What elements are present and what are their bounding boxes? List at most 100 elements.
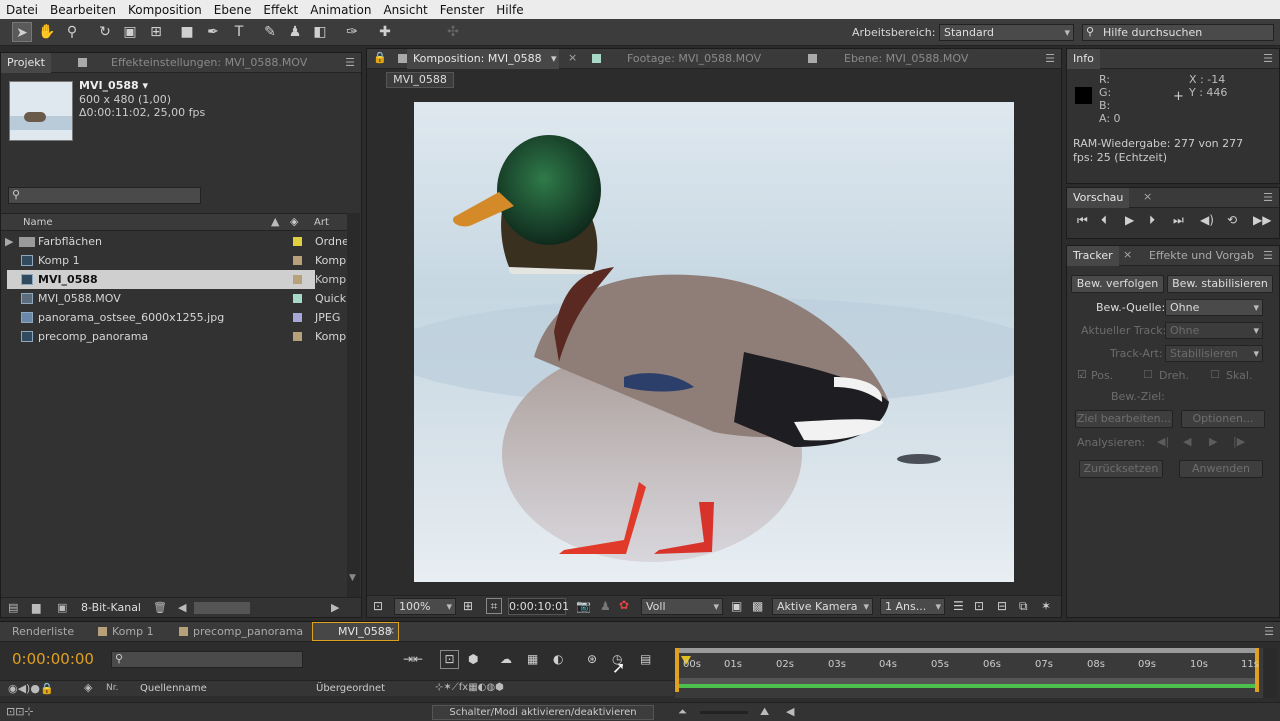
motion-source-dropdown[interactable]: Ohne	[1165, 299, 1263, 316]
label-color[interactable]	[293, 294, 302, 303]
rotate-tool-icon[interactable]: ↻	[95, 22, 115, 42]
camera-view-dropdown[interactable]: Aktive Kamera	[772, 598, 873, 615]
menu-window[interactable]: Fenster	[434, 3, 491, 17]
panel-menu-icon[interactable]: ☰	[1263, 191, 1273, 204]
eraser-tool-icon[interactable]: ◧	[310, 22, 330, 42]
list-item-selected[interactable]: MVI_0588 Komp	[7, 270, 351, 289]
label-color[interactable]	[293, 256, 302, 265]
shy-layers-icon[interactable]: ☁	[500, 652, 512, 666]
label-color[interactable]	[293, 313, 302, 322]
region-of-interest-icon[interactable]: ⌗	[486, 598, 502, 614]
panel-menu-icon[interactable]: ☰	[1264, 625, 1274, 638]
pan-behind-tool-icon[interactable]: ⊞	[146, 22, 166, 42]
tab-layer[interactable]: Ebene: MVI_0588.MOV	[838, 49, 974, 69]
close-icon[interactable]: ×	[568, 51, 577, 64]
list-item[interactable]: ▶ Farbflächen Ordner	[5, 232, 353, 251]
zoom-out-icon[interactable]: ⏶	[678, 705, 687, 719]
rectangle-tool-icon[interactable]: ■	[177, 22, 197, 42]
new-folder-icon[interactable]: ▆	[32, 601, 40, 614]
next-frame-icon[interactable]: ⏵	[1149, 213, 1155, 228]
apply-button[interactable]: Anwenden	[1179, 460, 1263, 478]
tab-effects-presets[interactable]: Effekte und Vorgab	[1143, 246, 1260, 266]
menu-file[interactable]: Datei	[0, 3, 44, 17]
previous-frame-icon[interactable]: ⏴	[1101, 213, 1107, 228]
zoom-tool-icon[interactable]: ⚲	[62, 22, 82, 42]
scale-checkbox[interactable]: ☐	[1210, 368, 1220, 381]
tab-info[interactable]: Info	[1067, 49, 1100, 69]
panel-menu-icon[interactable]: ☰	[1045, 52, 1055, 65]
timeline-scrollbar[interactable]	[1264, 648, 1278, 698]
tab-tracker[interactable]: Tracker	[1067, 246, 1119, 266]
menu-layer[interactable]: Ebene	[208, 3, 258, 17]
resolution-dropdown[interactable]: Voll	[641, 598, 723, 615]
project-scrollbar[interactable]: ▼	[347, 213, 360, 598]
roto-brush-tool-icon[interactable]: ✑	[342, 22, 362, 42]
trash-icon[interactable]: 🗑	[153, 601, 167, 614]
label-color[interactable]	[293, 332, 302, 341]
tab-footage[interactable]: Footage: MVI_0588.MOV	[621, 49, 767, 69]
analyze-forward-icon[interactable]: ▶	[1209, 435, 1217, 448]
magnification-dropdown[interactable]: 100%	[394, 598, 456, 615]
timeline-link-icon[interactable]: ⊟	[997, 599, 1007, 613]
interpret-footage-icon[interactable]: ▤	[8, 601, 18, 614]
panel-menu-icon[interactable]: ☰	[1263, 52, 1273, 65]
selection-tool-icon[interactable]: ➤	[12, 22, 32, 42]
panel-menu-icon[interactable]: ☰	[1263, 249, 1273, 262]
analyze-forward-step-icon[interactable]: |▶	[1233, 435, 1245, 448]
comp-mini-flowchart-icon[interactable]: ⇥⇤	[403, 652, 423, 666]
view-layout-dropdown[interactable]: 1 Ans...	[880, 598, 945, 615]
toggle-switches-modes-button[interactable]: Schalter/Modi aktivieren/deaktivieren	[432, 705, 654, 720]
motion-blur-icon[interactable]: ◐	[553, 652, 563, 666]
tab-project[interactable]: Projekt	[1, 53, 51, 73]
puppet-tool-icon[interactable]: ✚	[375, 22, 395, 42]
composition-viewer[interactable]	[414, 102, 1014, 582]
layer-duration-bar[interactable]	[679, 684, 1255, 688]
tab-effect-controls[interactable]: Effekteinstellungen: MVI_0588.MOV	[105, 53, 313, 73]
project-search-input[interactable]: ⚲	[8, 187, 201, 204]
snapshot-camera-icon[interactable]: 📷	[576, 599, 591, 613]
menu-edit[interactable]: Bearbeiten	[44, 3, 122, 17]
lock-icon[interactable]: 🔒	[373, 51, 387, 64]
time-ruler[interactable]: 00s 01s 02s 03s 04s 05s 06s 07s 08s 09s …	[675, 648, 1263, 698]
chevron-down-icon[interactable]: ▾	[551, 52, 557, 65]
timeline-scroll-left-icon[interactable]: ◀	[786, 705, 794, 718]
track-motion-button[interactable]: Bew. verfolgen	[1071, 275, 1164, 293]
fast-preview-icon[interactable]: ▣	[731, 599, 742, 613]
scroll-right-icon[interactable]: ▶	[331, 601, 339, 614]
position-checkbox[interactable]: ☑	[1077, 368, 1087, 381]
list-item[interactable]: panorama_ostsee_6000x1255.jpg JPEG	[7, 308, 347, 327]
column-type[interactable]: Art	[314, 217, 329, 228]
close-icon[interactable]: ×	[1123, 248, 1132, 261]
list-item[interactable]: MVI_0588.MOV Quick	[7, 289, 347, 308]
first-frame-icon[interactable]: ⏮	[1077, 213, 1088, 228]
transparency-grid-icon[interactable]: ▩	[752, 599, 763, 613]
current-track-dropdown[interactable]: Ohne	[1165, 322, 1263, 339]
hand-tool-icon[interactable]: ✋	[37, 22, 57, 42]
menu-composition[interactable]: Komposition	[122, 3, 208, 17]
menu-effect[interactable]: Effekt	[257, 3, 304, 17]
column-name[interactable]: Name	[23, 217, 53, 228]
pen-tool-icon[interactable]: ✒	[203, 22, 223, 42]
horizontal-scroll-thumb[interactable]	[194, 602, 250, 614]
analyze-back-step-icon[interactable]: ◀|	[1157, 435, 1169, 448]
expand-arrow-icon[interactable]: ▶	[5, 232, 13, 251]
options-button[interactable]: Optionen...	[1181, 410, 1265, 428]
panel-menu-icon[interactable]: ☰	[345, 56, 355, 69]
timeline-search-input[interactable]: ⚲	[111, 651, 303, 668]
close-icon[interactable]: ×	[1143, 190, 1152, 203]
close-icon[interactable]: ×	[386, 624, 395, 637]
new-composition-icon[interactable]: ▣	[57, 601, 67, 614]
column-number[interactable]: Nr.	[106, 683, 118, 693]
list-item[interactable]: precomp_panorama Komp	[7, 327, 347, 346]
composition-navigator-tab[interactable]: MVI_0588	[386, 72, 454, 88]
tab-komp-1[interactable]: Komp 1	[106, 622, 160, 642]
draft-3d-icon[interactable]: ⬢	[468, 652, 478, 666]
timeline-current-time[interactable]: 0:00:00:00	[12, 650, 94, 668]
play-icon[interactable]: ▶	[1125, 213, 1134, 227]
ram-preview-icon[interactable]: ▶▶	[1253, 213, 1271, 227]
workspace-dropdown[interactable]: Standard	[939, 24, 1074, 41]
tab-precomp-panorama[interactable]: precomp_panorama	[187, 622, 309, 642]
list-item[interactable]: Komp 1 Komp	[7, 251, 347, 270]
label-color[interactable]	[293, 237, 302, 246]
help-search-field[interactable]: ⚲ Hilfe durchsuchen	[1082, 24, 1274, 41]
